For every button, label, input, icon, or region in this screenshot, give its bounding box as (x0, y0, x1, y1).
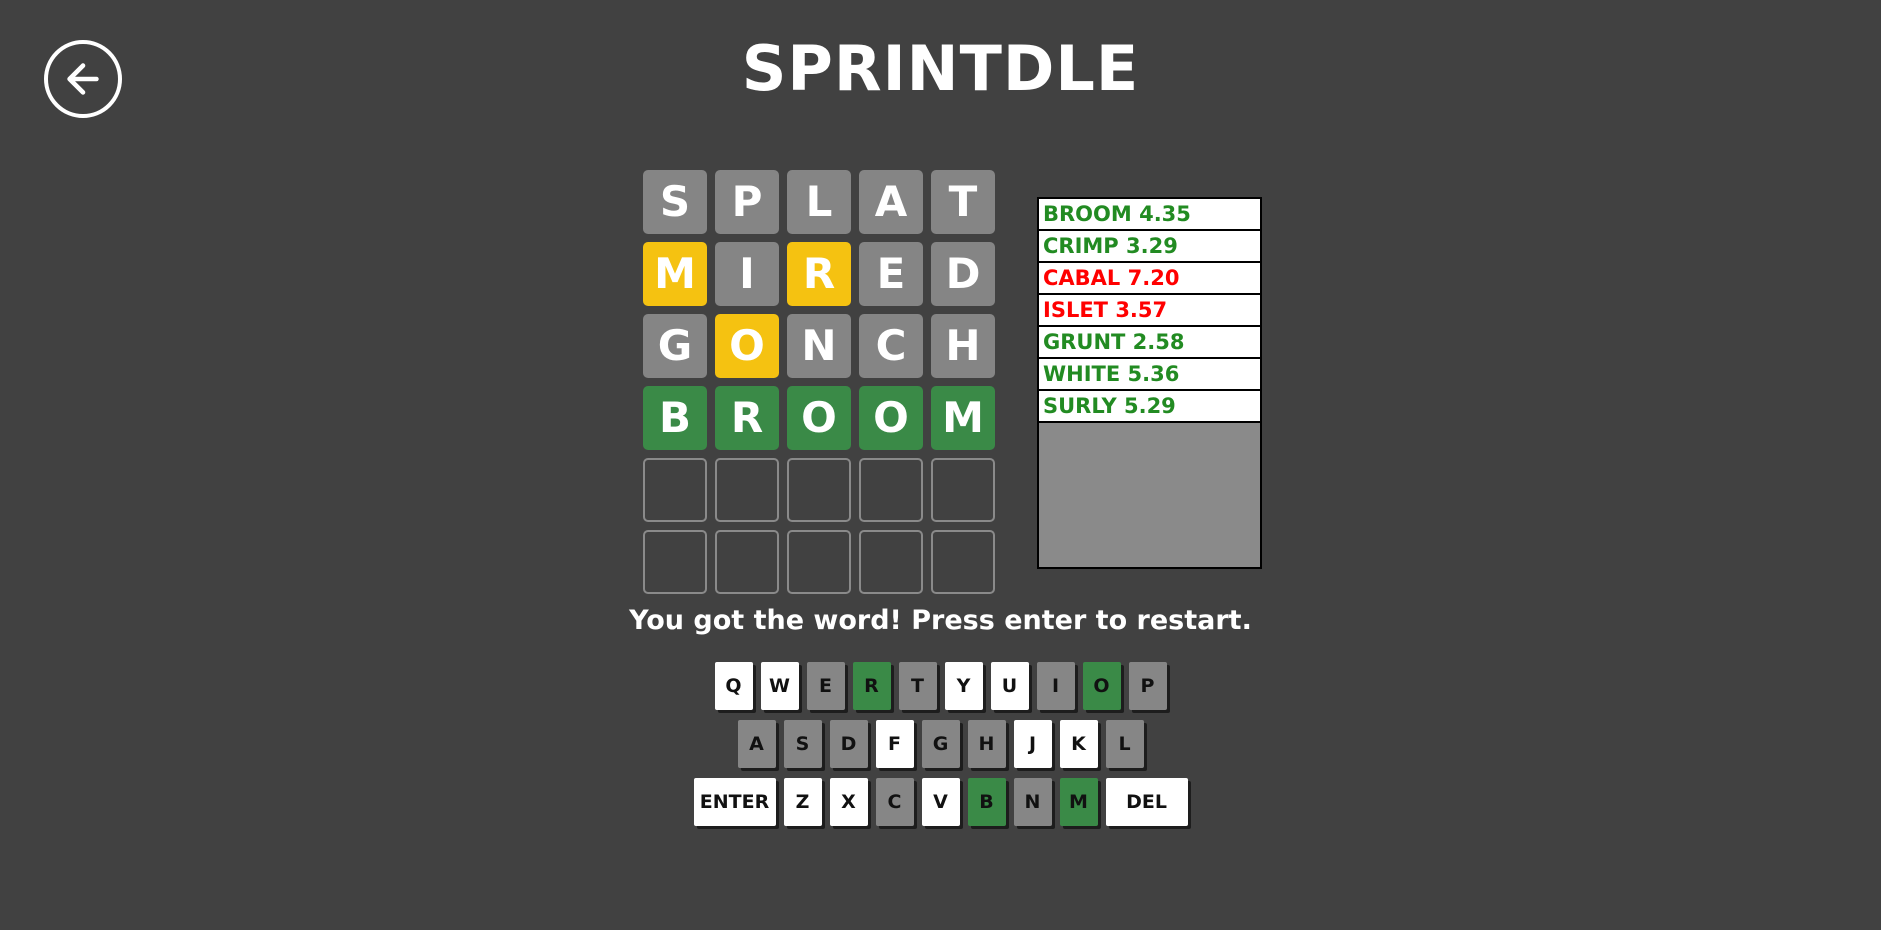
score-history-panel: BROOM 4.35 CRIMP 3.29 CABAL 7.20 ISLET 3.57… (1037, 197, 1262, 569)
status-message: You got the word! Press enter to restart… (629, 605, 1252, 636)
key-s[interactable]: S (783, 720, 822, 768)
board-tile (715, 458, 779, 522)
key-y[interactable]: Y (944, 662, 983, 710)
score-row: ISLET 3.57 (1039, 295, 1260, 327)
key-h[interactable]: H (967, 720, 1006, 768)
board-tile: R (715, 386, 779, 450)
board-tile (787, 530, 851, 594)
score-word: GRUNT (1043, 330, 1126, 354)
score-time: 3.57 (1115, 298, 1168, 322)
board-tile: L (787, 170, 851, 234)
sprintdle-game: SPRINTDLE SPLATMIREDGONCHBROOM BROOM 4.3… (0, 0, 1881, 930)
board-tile (715, 530, 779, 594)
board-tile: H (931, 314, 995, 378)
board-tile: R (787, 242, 851, 306)
board-tile (859, 530, 923, 594)
key-f[interactable]: F (875, 720, 914, 768)
board-tile (787, 458, 851, 522)
score-time: 3.29 (1126, 234, 1178, 258)
key-w[interactable]: W (760, 662, 799, 710)
score-time: 4.35 (1139, 202, 1191, 226)
key-m[interactable]: M (1059, 778, 1098, 826)
score-row: CRIMP 3.29 (1039, 231, 1260, 263)
score-time: 7.20 (1127, 266, 1180, 290)
score-time: 5.29 (1123, 394, 1176, 418)
score-row: BROOM 4.35 (1039, 199, 1260, 231)
score-time: 5.36 (1127, 362, 1180, 386)
board-tile: N (787, 314, 851, 378)
board-tile: A (859, 170, 923, 234)
board-tile: O (859, 386, 923, 450)
board-tile (643, 530, 707, 594)
score-word: BROOM (1043, 202, 1132, 226)
on-screen-keyboard: Q W E R T Y U I O P A S D F G H J K L ENTER Z X C V B N M DEL (0, 662, 1881, 826)
score-row: SURLY 5.29 (1039, 391, 1260, 423)
key-r[interactable]: R (852, 662, 891, 710)
key-q[interactable]: Q (714, 662, 753, 710)
key-p[interactable]: P (1128, 662, 1167, 710)
board-tile: O (715, 314, 779, 378)
key-del[interactable]: DEL (1105, 778, 1188, 826)
key-u[interactable]: U (990, 662, 1029, 710)
board-tile (931, 530, 995, 594)
key-j[interactable]: J (1013, 720, 1052, 768)
board-tile (859, 458, 923, 522)
key-l[interactable]: L (1105, 720, 1144, 768)
score-word: SURLY (1043, 394, 1117, 418)
key-n[interactable]: N (1013, 778, 1052, 826)
keyboard-row: QWERTYUIOP (714, 662, 1167, 710)
key-g[interactable]: G (921, 720, 960, 768)
score-word: ISLET (1043, 298, 1108, 322)
board-tile: P (715, 170, 779, 234)
key-i[interactable]: I (1036, 662, 1075, 710)
score-word: CABAL (1043, 266, 1121, 290)
board-tile: I (715, 242, 779, 306)
board-tile: M (931, 386, 995, 450)
board-tile: B (643, 386, 707, 450)
board-tile: E (859, 242, 923, 306)
key-enter[interactable]: ENTER (693, 778, 776, 826)
board-tile: G (643, 314, 707, 378)
board-tile: T (931, 170, 995, 234)
guess-board: SPLATMIREDGONCHBROOM (643, 170, 995, 594)
key-d[interactable]: D (829, 720, 868, 768)
score-word: WHITE (1043, 362, 1121, 386)
page-title: SPRINTDLE (741, 32, 1140, 105)
keyboard-row: ASDFGHJKL (737, 720, 1144, 768)
key-c[interactable]: C (875, 778, 914, 826)
key-x[interactable]: X (829, 778, 868, 826)
key-k[interactable]: K (1059, 720, 1098, 768)
key-o[interactable]: O (1082, 662, 1121, 710)
board-tile: S (643, 170, 707, 234)
key-a[interactable]: A (737, 720, 776, 768)
key-z[interactable]: Z (783, 778, 822, 826)
board-tile (643, 458, 707, 522)
keyboard-row: ENTER Z X C V B N M DEL (693, 778, 1188, 826)
board-tile: O (787, 386, 851, 450)
key-b[interactable]: B (967, 778, 1006, 826)
score-row: CABAL 7.20 (1039, 263, 1260, 295)
score-row: GRUNT 2.58 (1039, 327, 1260, 359)
board-tile: D (931, 242, 995, 306)
board-tile: M (643, 242, 707, 306)
board-tile: C (859, 314, 923, 378)
key-v[interactable]: V (921, 778, 960, 826)
score-time: 2.58 (1132, 330, 1185, 354)
key-e[interactable]: E (806, 662, 845, 710)
score-row: WHITE 5.36 (1039, 359, 1260, 391)
score-word: CRIMP (1043, 234, 1119, 258)
board-tile (931, 458, 995, 522)
key-t[interactable]: T (898, 662, 937, 710)
